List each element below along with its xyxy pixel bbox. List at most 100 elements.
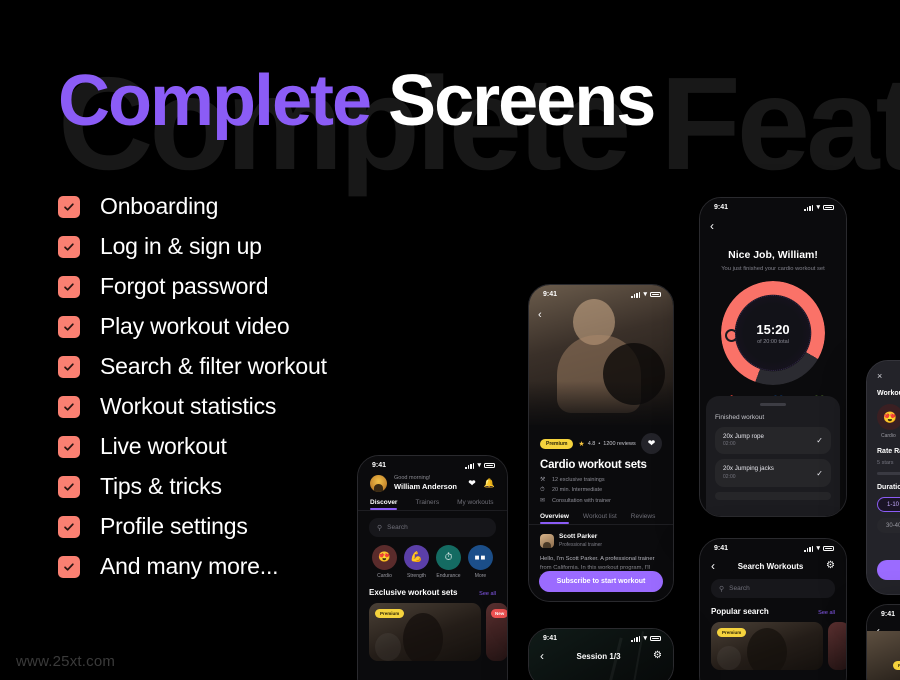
- check-icon: [58, 355, 80, 378]
- hero-image: Premiu: [867, 631, 900, 680]
- check-icon: [58, 475, 80, 498]
- back-icon[interactable]: ‹: [710, 219, 714, 233]
- cardio-icon: 😍: [372, 545, 397, 570]
- close-icon[interactable]: ×: [867, 361, 900, 381]
- trainer-role: Professional trainer: [559, 541, 603, 548]
- status-icons: ▾: [465, 462, 495, 469]
- checklist-label: Search & filter workout: [100, 353, 327, 379]
- check-icon: [58, 395, 80, 418]
- workout-card-strip: Premium: [700, 616, 846, 670]
- wifi-icon: ▾: [477, 462, 481, 469]
- feature-item: ✉ Consultation with trainer: [540, 497, 662, 505]
- back-icon[interactable]: ‹: [538, 309, 542, 321]
- apply-filter-button[interactable]: [877, 560, 900, 580]
- search-icon: ⚲: [377, 524, 383, 532]
- duration-chip[interactable]: 30-40: [877, 518, 900, 533]
- search-input[interactable]: ⚲ Search: [369, 518, 496, 537]
- exercise-name: 20x Jumping jacks: [723, 465, 774, 473]
- gear-icon[interactable]: ⚙: [653, 651, 662, 661]
- strength-icon: 💪: [404, 545, 429, 570]
- status-bar: 9:41: [867, 605, 900, 620]
- heart-icon[interactable]: ❤: [468, 479, 476, 488]
- status-icons: ▾: [804, 204, 834, 211]
- finish-title: Nice Job, William!: [728, 249, 818, 261]
- phone-mockup-workout-detail: 9:41 ▾ ‹ Premium ★ 4.8 • 1200 reviews ❤ …: [528, 284, 674, 602]
- chat-icon: ✉: [540, 498, 546, 504]
- avatar[interactable]: [370, 475, 387, 492]
- bell-icon[interactable]: 🔔: [484, 479, 495, 488]
- subscribe-button[interactable]: Subscribe to start workout: [539, 571, 663, 592]
- exercise-time: 02:00: [723, 441, 736, 448]
- category-more[interactable]: ■■ More: [467, 545, 494, 579]
- feature-item: ⚒ 12 exclusive trainings: [540, 476, 662, 484]
- check-icon: [58, 275, 80, 298]
- exercise-row[interactable]: 20x Jump rope 02:00 ✓: [715, 426, 831, 455]
- sheet-title: Finished workout: [715, 413, 765, 421]
- wifi-icon: ▾: [816, 204, 820, 211]
- phone-mockup-extra: 9:41 ‹ Premiu: [866, 604, 900, 680]
- checklist-item: Profile settings: [58, 513, 327, 540]
- checklist-label: And many more...: [100, 553, 279, 579]
- exercise-row[interactable]: 20x Jumping jacks 02:00 ✓: [715, 459, 831, 487]
- exercise-row-partial[interactable]: [715, 491, 831, 500]
- tab-discover[interactable]: Discover: [370, 499, 398, 510]
- trainer-block[interactable]: Scott Parker Professional trainer: [529, 525, 673, 549]
- phone-mockup-filter: × Workout 😍 Cardio Rate Ra 5 stars Durat…: [866, 360, 900, 595]
- category-label: Strength: [407, 573, 426, 579]
- sheet-grabber[interactable]: [760, 403, 786, 406]
- endurance-icon: ⏱: [436, 545, 461, 570]
- workout-card[interactable]: Premium: [711, 622, 823, 670]
- tab-workout-list[interactable]: Workout list: [583, 513, 617, 524]
- signal-icon: [804, 545, 814, 552]
- checklist-item: Workout statistics: [58, 393, 327, 420]
- ring-center: 15:20 of 20:00 total: [735, 295, 811, 371]
- section-header: Popular search See all: [700, 598, 846, 616]
- battery-icon: [484, 462, 495, 469]
- workout-card[interactable]: New: [486, 603, 507, 661]
- phone-mockup-search: 9:41 ▾ ‹ Search Workouts ⚙ ⚲ Search Popu…: [699, 538, 847, 680]
- site-watermark: www.25xt.com: [16, 653, 116, 670]
- see-all-link[interactable]: See all: [479, 591, 496, 597]
- screen-title: Session 1/3: [576, 651, 621, 661]
- category-strength[interactable]: 💪 Strength: [403, 545, 430, 579]
- workout-card[interactable]: [828, 622, 846, 670]
- progress-ring: 15:20 of 20:00 total: [721, 281, 825, 385]
- clock-icon: ⏱: [540, 486, 545, 493]
- category-row: 😍 Cardio 💪 Strength ⏱ Endurance ■■ More: [358, 537, 507, 579]
- status-bar: 9:41 ▾: [529, 629, 673, 644]
- workout-title: Cardio workout sets: [540, 459, 647, 471]
- tab-trainers[interactable]: Trainers: [415, 499, 439, 510]
- tab-overview[interactable]: Overview: [540, 513, 569, 524]
- feature-item: ⏱ 20 min. Intermediate: [540, 487, 662, 494]
- trainer-avatar: [540, 533, 554, 548]
- check-icon: [58, 435, 80, 458]
- filter-heading: Workout: [877, 390, 900, 397]
- status-icons: ▾: [804, 545, 834, 552]
- finished-workout-sheet: Finished workout 20x Jump rope 02:00 ✓ 2…: [706, 396, 840, 516]
- duration-heading: Duratio: [877, 484, 900, 491]
- greeting-block: Good morning! William Anderson: [394, 475, 457, 492]
- category-endurance[interactable]: ⏱ Endurance: [435, 545, 462, 579]
- search-topbar: ‹ Search Workouts ⚙: [700, 554, 846, 572]
- finish-subtitle: You just finished your cardio workout se…: [721, 266, 825, 272]
- grid-icon: ■■: [468, 545, 493, 570]
- checklist-label: Play workout video: [100, 313, 290, 339]
- workout-card[interactable]: Premium: [369, 603, 481, 661]
- tab-my-workouts[interactable]: My workouts: [457, 499, 493, 510]
- tab-reviews[interactable]: Reviews: [631, 513, 656, 524]
- phone-mockup-session: 9:41 ▾ ‹ Session 1/3 ⚙: [528, 628, 674, 680]
- filter-category-label: Cardio: [881, 433, 896, 439]
- duration-chip-selected[interactable]: 1-10: [877, 497, 900, 512]
- category-label: Cardio: [377, 573, 392, 579]
- filter-category[interactable]: 😍 Cardio: [867, 397, 900, 439]
- favorite-heart-icon[interactable]: ❤: [641, 433, 662, 454]
- check-icon: [58, 235, 80, 258]
- search-placeholder: Search: [729, 585, 750, 592]
- phone-mockup-home: 9:41 ▾ Good morning! William Anderson ❤ …: [357, 455, 508, 680]
- timer-value: 15:20: [756, 321, 790, 337]
- search-input[interactable]: ⚲ Search: [711, 579, 835, 598]
- checklist-item: Forgot password: [58, 273, 327, 300]
- see-all-link[interactable]: See all: [818, 610, 835, 616]
- category-cardio[interactable]: 😍 Cardio: [371, 545, 398, 579]
- gear-icon[interactable]: ⚙: [826, 561, 835, 571]
